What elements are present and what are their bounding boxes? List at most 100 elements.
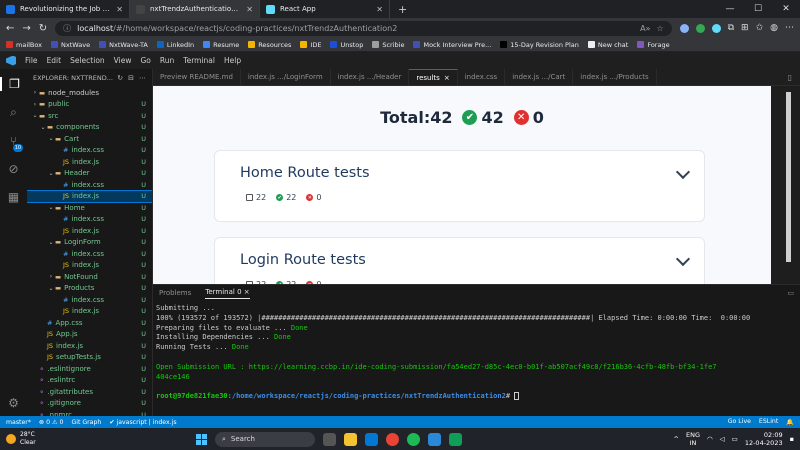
clock[interactable]: 02:09 12-04-2023 — [745, 431, 783, 447]
tab-problems[interactable]: Problems — [159, 289, 191, 297]
tree-folder[interactable]: › ▬ node_modules — [27, 87, 152, 99]
forward-icon[interactable]: → — [22, 23, 30, 34]
bookmark-item[interactable]: LinkedIn — [156, 41, 194, 49]
chevron-right-icon[interactable]: › — [47, 273, 55, 280]
chevron-down-icon[interactable]: ⌄ — [31, 112, 39, 119]
tree-folder[interactable]: ⌄ ▬ LoginForm U — [27, 237, 152, 249]
tree-folder[interactable]: ⌄ ▬ components U — [27, 122, 152, 134]
edge-icon[interactable] — [365, 432, 378, 446]
chevron-down-icon[interactable] — [675, 251, 691, 267]
run-debug-icon[interactable]: ⊘ — [8, 162, 18, 176]
status-item[interactable]: Go Live — [728, 418, 751, 426]
close-icon[interactable]: ✕ — [376, 5, 383, 14]
maximize-panel-icon[interactable]: ▭ — [787, 289, 794, 297]
editor-tab[interactable]: results × — [409, 69, 458, 85]
chevron-down-icon[interactable]: ⌄ — [47, 170, 55, 177]
bookmark-item[interactable]: NxtWave — [51, 41, 90, 49]
collections-icon[interactable]: ⊞ — [741, 23, 749, 33]
menu-item-view[interactable]: View — [114, 56, 132, 65]
tree-file[interactable]: # index.css U — [27, 179, 152, 191]
close-icon[interactable]: ✕ — [246, 5, 253, 14]
battery-icon[interactable]: ▭ — [732, 435, 738, 443]
tree-file[interactable]: JS index.js U — [27, 189, 152, 203]
menu-item-file[interactable]: File — [25, 56, 38, 65]
split-editor-icon[interactable]: ▯ — [780, 69, 800, 85]
read-aloud-icon[interactable]: A» — [640, 24, 650, 33]
react-devtools-icon[interactable] — [711, 23, 721, 33]
task-view-icon[interactable] — [323, 432, 336, 446]
tree-folder[interactable]: ⌄ ▬ Products U — [27, 283, 152, 295]
test-card-home[interactable]: Home Route tests 22 ✔ 22 ✕ 0 — [214, 150, 705, 222]
tree-file[interactable]: ⚬ .eslintignore U — [27, 363, 152, 375]
tree-file[interactable]: JS App.js U — [27, 329, 152, 341]
chevron-down-icon[interactable]: ⌄ — [39, 124, 47, 131]
close-icon[interactable]: × — [444, 74, 450, 82]
gear-icon[interactable]: ⚙ — [8, 396, 19, 410]
tree-folder[interactable]: ⌄ ▬ Home U — [27, 202, 152, 214]
editor-tab[interactable]: index.js .../LoginForm — [241, 69, 331, 85]
chevron-down-icon[interactable]: ⌄ — [47, 204, 55, 211]
browser-tab[interactable]: Revolutionizing the Job Market | ✕ — [0, 0, 130, 18]
tree-file[interactable]: JS index.js U — [27, 260, 152, 272]
status-item[interactable]: ✔ javascript | index.js — [109, 419, 176, 426]
chrome-icon[interactable] — [386, 432, 399, 446]
menu-item-help[interactable]: Help — [224, 56, 241, 65]
tree-file[interactable]: JS index.js U — [27, 340, 152, 352]
test-card-login[interactable]: Login Route tests 22 ✔22 ✕0 — [214, 237, 705, 284]
bookmark-item[interactable]: Resume — [203, 41, 239, 49]
bookmark-item[interactable]: IDE — [300, 41, 321, 49]
bookmark-item[interactable]: mailBox — [6, 41, 42, 49]
terminal-output[interactable]: Submitting ... 100% (193572 of 193572) |#… — [153, 301, 800, 405]
tree-file[interactable]: JS index.js U — [27, 225, 152, 237]
search-icon[interactable]: ⌕ — [10, 105, 17, 120]
tree-folder[interactable]: › ▬ public U — [27, 99, 152, 111]
menu-item-go[interactable]: Go — [140, 56, 150, 65]
browser-tab[interactable]: React App ✕ — [260, 0, 390, 18]
minimize-icon[interactable]: — — [716, 0, 744, 18]
chevron-down-icon[interactable]: ⌄ — [47, 239, 55, 246]
chevron-down-icon[interactable]: ⌄ — [47, 135, 55, 142]
bookmark-item[interactable]: NxtWave-TA — [99, 41, 148, 49]
browser-tab[interactable]: nxtTrendzAuthentication2 — CC ✕ — [130, 0, 260, 18]
tree-file[interactable]: # App.css U — [27, 317, 152, 329]
results-scrollbar[interactable] — [771, 86, 800, 284]
more-icon[interactable]: ⋯ — [139, 74, 146, 82]
tree-folder[interactable]: › ▬ NotFound U — [27, 271, 152, 283]
chevron-up-icon[interactable]: ^ — [674, 435, 679, 443]
tree-folder[interactable]: ⌄ ▬ Header U — [27, 168, 152, 180]
tab-terminal[interactable]: Terminal 0 × — [205, 288, 250, 299]
menu-item-run[interactable]: Run — [160, 56, 174, 65]
tree-file[interactable]: ⚬ .gitignore U — [27, 398, 152, 410]
close-icon[interactable]: ✕ — [772, 0, 800, 18]
back-icon[interactable]: ← — [6, 23, 14, 34]
taskbar-search[interactable]: ⌕ Search — [215, 431, 315, 447]
tree-file[interactable]: JS setupTests.js U — [27, 352, 152, 364]
editor-tab[interactable]: index.js .../Header — [331, 69, 410, 85]
extensions-icon[interactable]: ⧉ — [728, 23, 734, 33]
vscode-icon[interactable] — [428, 432, 441, 446]
close-icon[interactable]: ✕ — [116, 5, 123, 14]
scrollbar-thumb[interactable] — [786, 92, 791, 262]
tree-file[interactable]: JS index.js U — [27, 306, 152, 318]
language[interactable]: ENG — [686, 431, 700, 439]
tree-file[interactable]: ⚬ .npmrc U — [27, 409, 152, 416]
tree-file[interactable]: # index.css U — [27, 214, 152, 226]
chevron-down-icon[interactable] — [675, 164, 691, 180]
address-bar[interactable]: ⓘ localhost/#/home/workspace/reactjs/cod… — [55, 20, 672, 36]
volume-icon[interactable]: ◁ — [720, 435, 725, 443]
spotify-icon[interactable] — [407, 432, 420, 446]
bookmark-item[interactable]: Forage — [637, 41, 670, 49]
bookmark-item[interactable]: Unstop — [330, 41, 363, 49]
shield-icon[interactable] — [679, 23, 689, 33]
close-icon[interactable]: × — [244, 288, 250, 296]
bookmark-item[interactable]: Scribie — [372, 41, 404, 49]
maximize-icon[interactable]: ☐ — [744, 0, 772, 18]
tree-file[interactable]: # index.css U — [27, 145, 152, 157]
favorites-icon[interactable]: ✩ — [756, 23, 764, 33]
wifi-icon[interactable]: ◠ — [707, 435, 713, 443]
terminal-prompt[interactable]: root@97de821fae30:/home/workspace/reactj… — [156, 392, 797, 402]
extensions-view-icon[interactable]: ▦ — [8, 190, 19, 204]
status-item[interactable]: 🔔 — [786, 418, 794, 426]
status-item[interactable]: master* — [6, 419, 31, 426]
bookmark-item[interactable]: Mock Interview Pre... — [413, 41, 491, 49]
